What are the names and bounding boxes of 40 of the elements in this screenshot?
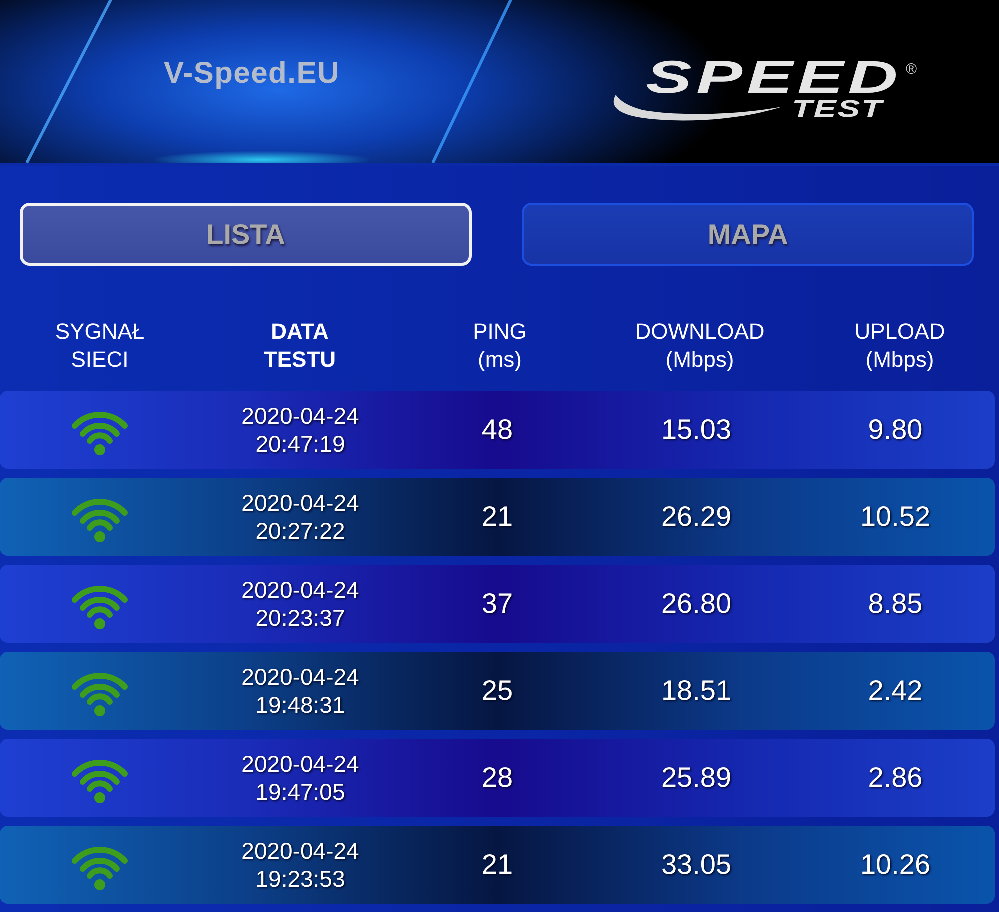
result-row[interactable]: 2020-04-24 20:47:19 48 15.03 9.80 bbox=[0, 391, 995, 469]
column-header[interactable]: UPLOAD (Mbps) bbox=[854, 318, 946, 374]
result-row[interactable]: 2020-04-24 20:23:37 37 26.80 8.85 bbox=[0, 565, 995, 643]
date-time-cell: 2020-04-24 20:23:37 bbox=[242, 576, 360, 632]
upload-cell-text: 8.85 bbox=[868, 587, 923, 621]
logo-word: SPEED bbox=[646, 60, 902, 94]
brand-name: V-Speed.EU bbox=[164, 57, 340, 90]
result-row[interactable]: 2020-04-24 19:48:31 25 18.51 2.42 bbox=[0, 652, 995, 730]
ping-cell-text: 37 bbox=[482, 587, 514, 621]
download-cell-text: 15.03 bbox=[661, 413, 732, 447]
download-cell-text: 18.51 bbox=[661, 674, 732, 708]
date-time-cell: 2020-04-24 20:47:19 bbox=[242, 402, 360, 458]
column-header[interactable]: DATA TESTU bbox=[264, 318, 336, 374]
upload-cell-text: 2.42 bbox=[868, 674, 923, 708]
upload-cell-text: 2.86 bbox=[868, 761, 923, 795]
date-time-cell: 2020-04-24 20:27:22 bbox=[242, 489, 360, 545]
date-time-cell: 2020-04-24 19:47:05 bbox=[242, 750, 360, 806]
ping-cell-text: 21 bbox=[482, 500, 514, 534]
date-time-cell: 2020-04-24 19:48:31 bbox=[242, 663, 360, 719]
ping-cell-text: 48 bbox=[482, 413, 514, 447]
result-row[interactable]: 2020-04-24 20:27:22 21 26.29 10.52 bbox=[0, 478, 995, 556]
registered-mark: ® bbox=[906, 62, 918, 78]
download-cell-text: 26.80 bbox=[661, 587, 732, 621]
download-cell-text: 25.89 bbox=[661, 761, 732, 795]
upload-cell-text: 10.26 bbox=[860, 848, 931, 882]
download-cell-text: 33.05 bbox=[661, 848, 732, 882]
download-cell-text: 26.29 bbox=[661, 500, 732, 534]
column-header[interactable]: SYGNAŁ SIECI bbox=[55, 318, 145, 374]
result-row[interactable]: 2020-04-24 19:47:05 28 25.89 2.86 bbox=[0, 739, 995, 817]
logo-subword: TEST bbox=[792, 100, 884, 119]
ping-cell-text: 21 bbox=[482, 848, 514, 882]
ping-cell-text: 28 bbox=[482, 761, 514, 795]
result-row[interactable]: 2020-04-24 19:23:53 21 33.05 10.26 bbox=[0, 826, 995, 904]
tab[interactable]: MAPA bbox=[522, 203, 974, 266]
column-header[interactable]: DOWNLOAD (Mbps) bbox=[635, 318, 765, 374]
upload-cell-text: 9.80 bbox=[868, 413, 923, 447]
column-header[interactable]: PING (ms) bbox=[473, 318, 527, 374]
upload-cell-text: 10.52 bbox=[860, 500, 931, 534]
ping-cell-text: 25 bbox=[482, 674, 514, 708]
date-time-cell: 2020-04-24 19:23:53 bbox=[242, 837, 360, 893]
